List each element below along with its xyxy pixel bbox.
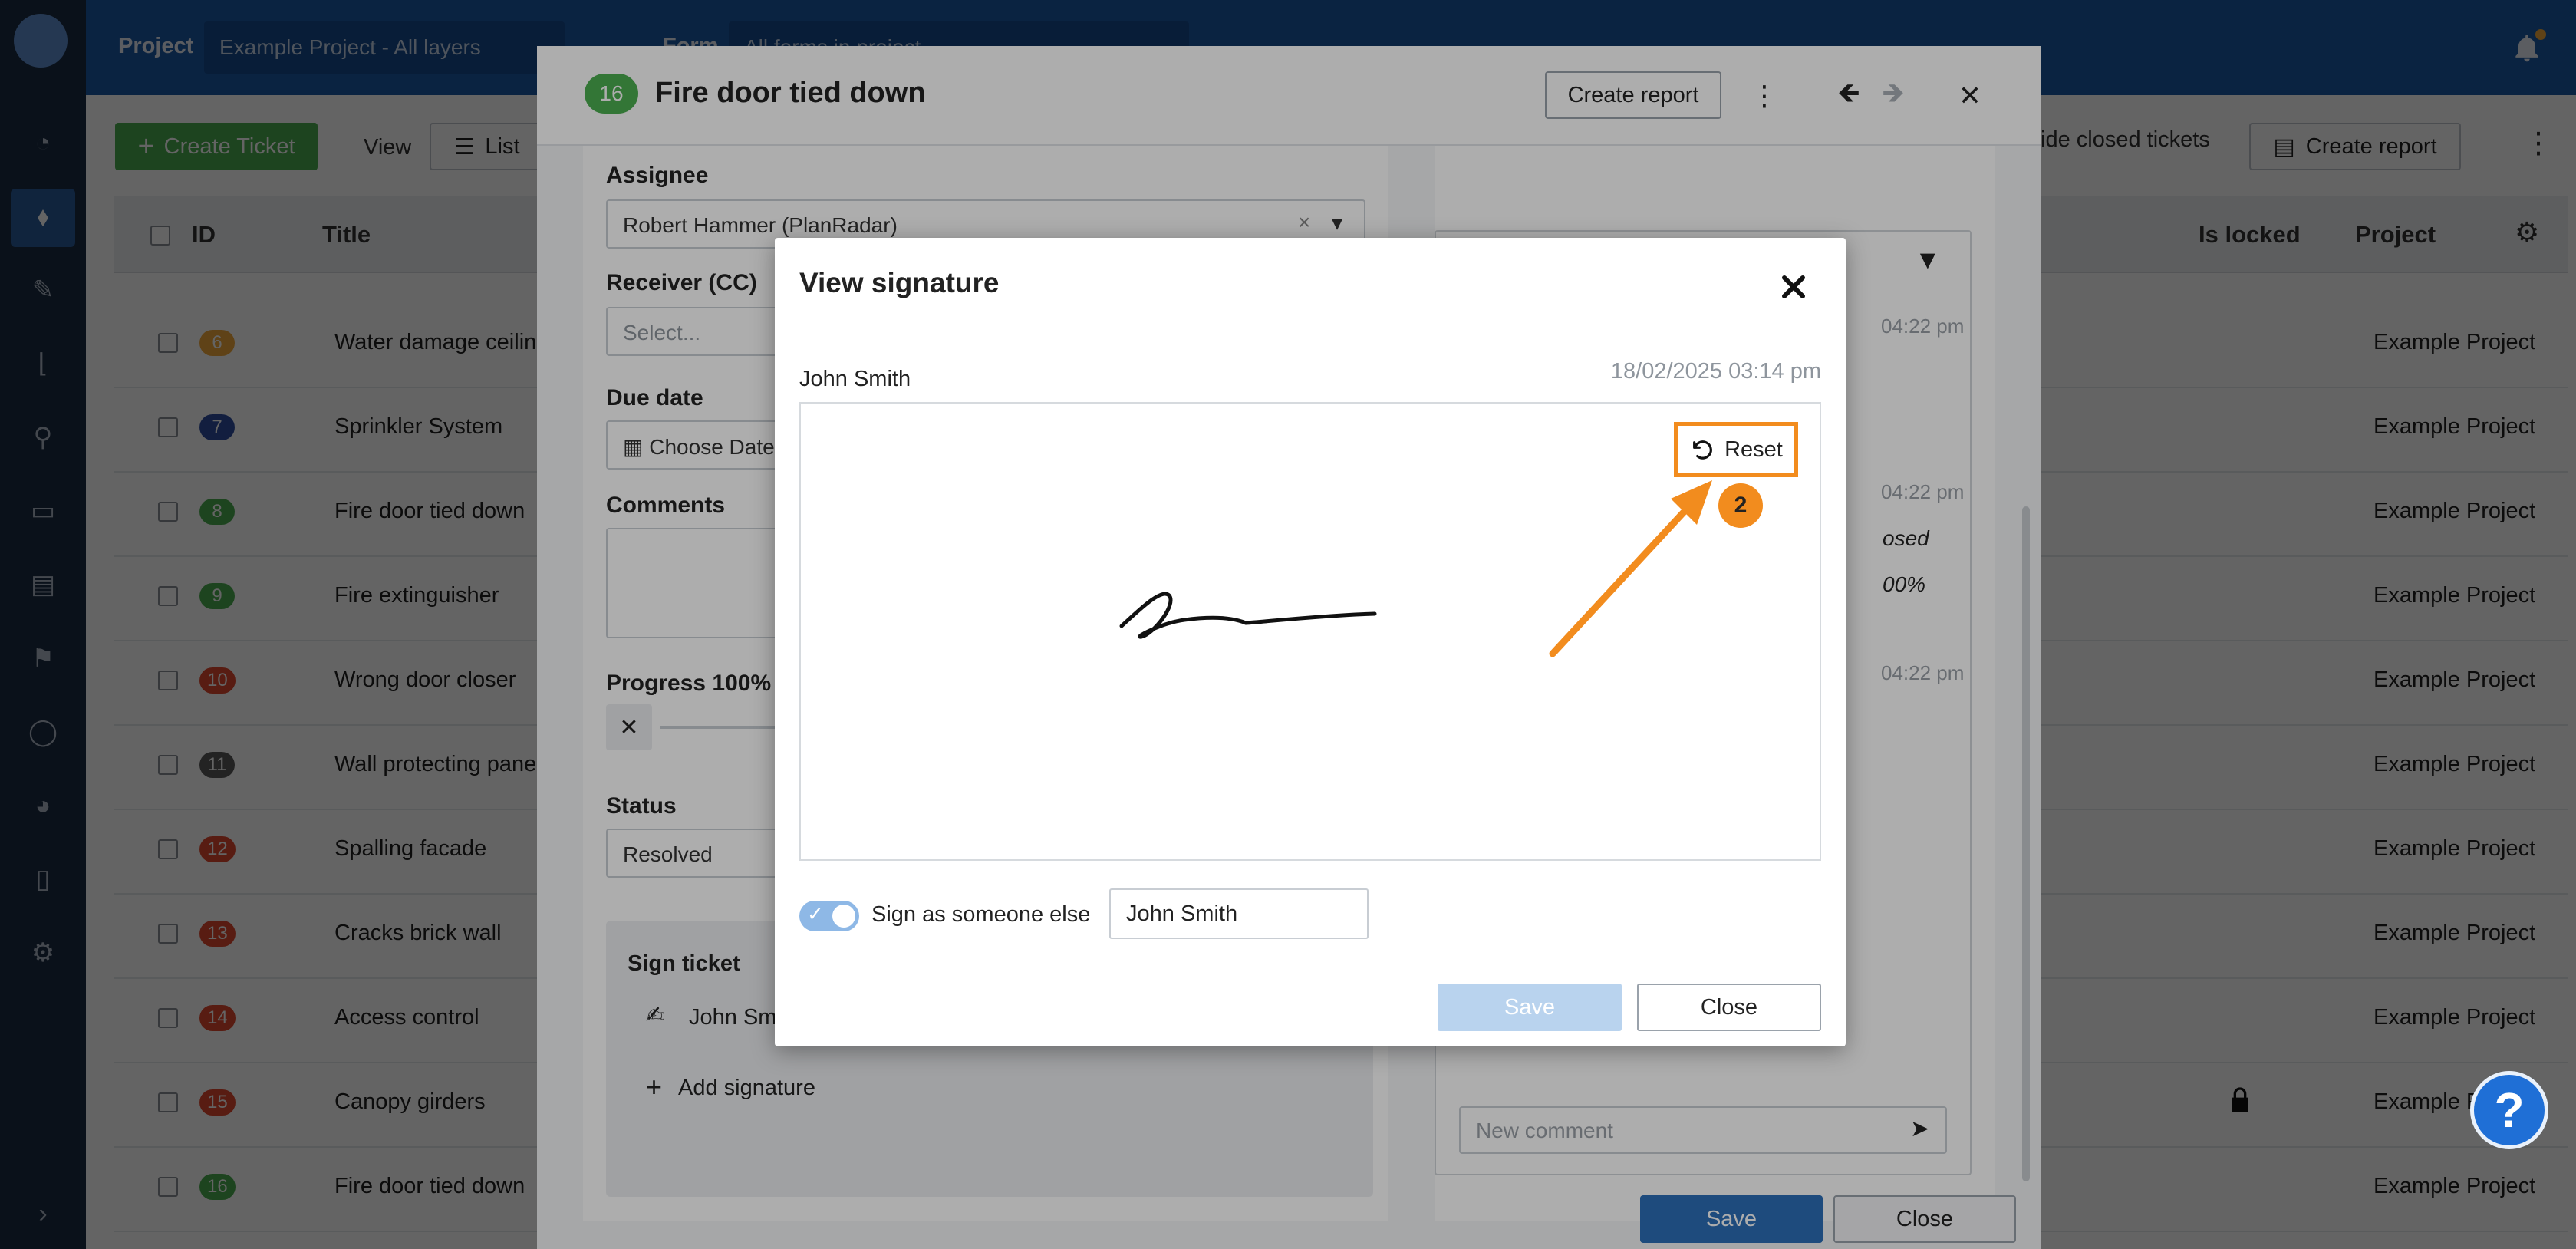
signature-canvas[interactable] bbox=[799, 402, 1821, 861]
toggle-knob bbox=[832, 905, 855, 928]
signer-name-input[interactable] bbox=[1109, 888, 1369, 939]
reset-button[interactable]: Reset bbox=[1674, 422, 1798, 477]
step-number-badge: 2 bbox=[1718, 483, 1763, 528]
close-icon[interactable] bbox=[1775, 269, 1812, 305]
sign-as-someone-else-toggle[interactable]: ✓ bbox=[799, 901, 859, 931]
signature-stroke bbox=[1119, 592, 1377, 639]
reset-label: Reset bbox=[1724, 437, 1783, 462]
view-signature-dialog: View signature John Smith 18/02/2025 03:… bbox=[775, 238, 1846, 1046]
sign-as-someone-else-label: Sign as someone else bbox=[871, 902, 1091, 927]
signer-name: John Smith bbox=[799, 367, 911, 391]
undo-icon bbox=[1693, 440, 1712, 460]
dialog-close-button[interactable]: Close bbox=[1637, 984, 1821, 1031]
check-icon: ✓ bbox=[807, 902, 824, 925]
dialog-save-button[interactable]: Save bbox=[1438, 984, 1622, 1031]
signature-date: 18/02/2025 03:14 pm bbox=[1610, 359, 1821, 384]
dialog-title: View signature bbox=[799, 267, 1000, 298]
help-button[interactable]: ? bbox=[2470, 1071, 2548, 1149]
